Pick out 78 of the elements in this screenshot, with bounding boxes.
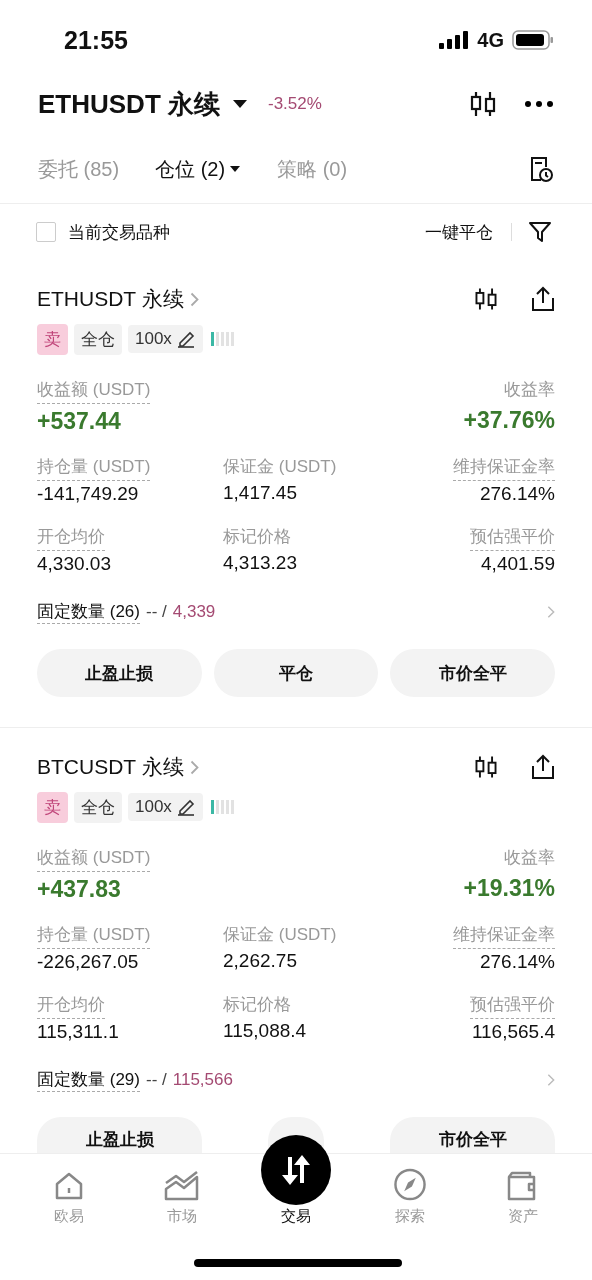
margin-mode-tag: 全仓 [74,791,122,823]
field-value: 115,088.4 [223,1020,307,1042]
caret-icon[interactable] [232,99,248,109]
field-value: 276.14% [480,483,555,505]
action-button[interactable]: 市价全平 [390,649,555,697]
edit-icon[interactable] [175,330,196,348]
pnl-value: +537.44 [37,408,121,435]
leverage-button[interactable]: 100x [128,325,203,353]
pnl-value: +437.83 [37,876,121,903]
field-label: 保证金 (USDT) [223,456,337,478]
field-value: 4,313.23 [223,552,297,574]
roe-value: +19.31% [463,875,555,902]
field-value: -226,267.05 [37,951,139,973]
leverage-button[interactable]: 100x [128,793,203,821]
tab[interactable]: 仓位 (2) [155,155,242,183]
action-button[interactable]: 止盈止损 [37,649,202,697]
field-label: 开仓均价 [37,993,105,1019]
fixed-quantity-label: 固定数量 (29) [37,1068,140,1092]
symbol-title[interactable]: ETHUSDT 永续 [38,86,220,122]
field-label: 预估强平价 [470,525,555,551]
field-value: 116,565.4 [471,1021,555,1043]
field-label: 标记价格 [223,526,291,548]
candlestick-icon[interactable] [473,754,499,780]
field-value: 4,330.03 [37,553,111,575]
history-icon[interactable] [528,155,554,183]
candlestick-icon[interactable] [473,286,499,312]
roe-label: 收益率 [504,847,555,869]
edit-icon[interactable] [175,798,196,816]
field-value: 2,262.75 [223,950,297,972]
field-label: 维持保证金率 [453,923,555,949]
roe-value: +37.76% [463,407,555,434]
more-icon[interactable] [524,100,554,108]
action-button[interactable]: 市价全平 [390,1117,555,1153]
network-label: 4G [477,28,504,52]
field-label: 持仓量 (USDT) [37,923,151,949]
field-value: 276.14% [480,951,555,973]
compass-icon [392,1168,427,1201]
field-label: 预估强平价 [470,993,555,1019]
field-value: 1,417.45 [223,482,297,504]
tpsl-value: -- / [145,602,167,622]
order-price: 4,339 [172,602,216,622]
nav-item[interactable]: 交易 [239,1130,353,1226]
pnl-label: 收益额 (USDT) [37,378,151,404]
position-symbol[interactable]: ETHUSDT 永续 [37,285,184,313]
field-value: 4,401.59 [481,553,555,575]
price-change: -3.52% [268,94,322,114]
share-icon[interactable] [531,754,555,780]
side-tag: 卖 [37,791,68,823]
status-time: 21:55 [64,25,129,55]
field-label: 标记价格 [223,994,291,1016]
candlestick-icon[interactable] [468,89,498,119]
field-label: 开仓均价 [37,525,105,551]
field-value: -141,749.29 [37,483,139,505]
action-button[interactable]: 止盈止损 [37,1117,202,1153]
field-label: 保证金 (USDT) [223,924,337,946]
roe-label: 收益率 [504,379,555,401]
margin-mode-tag: 全仓 [74,323,122,355]
order-price: 115,566 [172,1070,233,1090]
close-all-button[interactable]: 一键平仓 [425,220,493,244]
pnl-label: 收益额 (USDT) [37,846,151,872]
field-label: 维持保证金率 [453,455,555,481]
filter-icon[interactable] [528,220,552,244]
share-icon[interactable] [531,286,555,312]
swap-icon [279,1153,313,1187]
tpsl-value: -- / [145,1070,167,1090]
home-icon [53,1171,84,1201]
action-button[interactable]: 平仓 [213,649,379,697]
side-tag: 卖 [37,323,68,355]
signal-icon [439,31,470,49]
field-value: 115,311.1 [37,1021,119,1043]
market-chart-icon [164,1171,201,1201]
position-symbol[interactable]: BTCUSDT 永续 [37,753,184,781]
checkbox[interactable] [36,222,56,242]
battery-icon [512,30,554,50]
caret-icon[interactable] [229,165,242,173]
fixed-quantity-label: 固定数量 (26) [37,600,140,624]
checkbox-label[interactable]: 当前交易品种 [68,220,170,244]
field-label: 持仓量 (USDT) [37,455,151,481]
